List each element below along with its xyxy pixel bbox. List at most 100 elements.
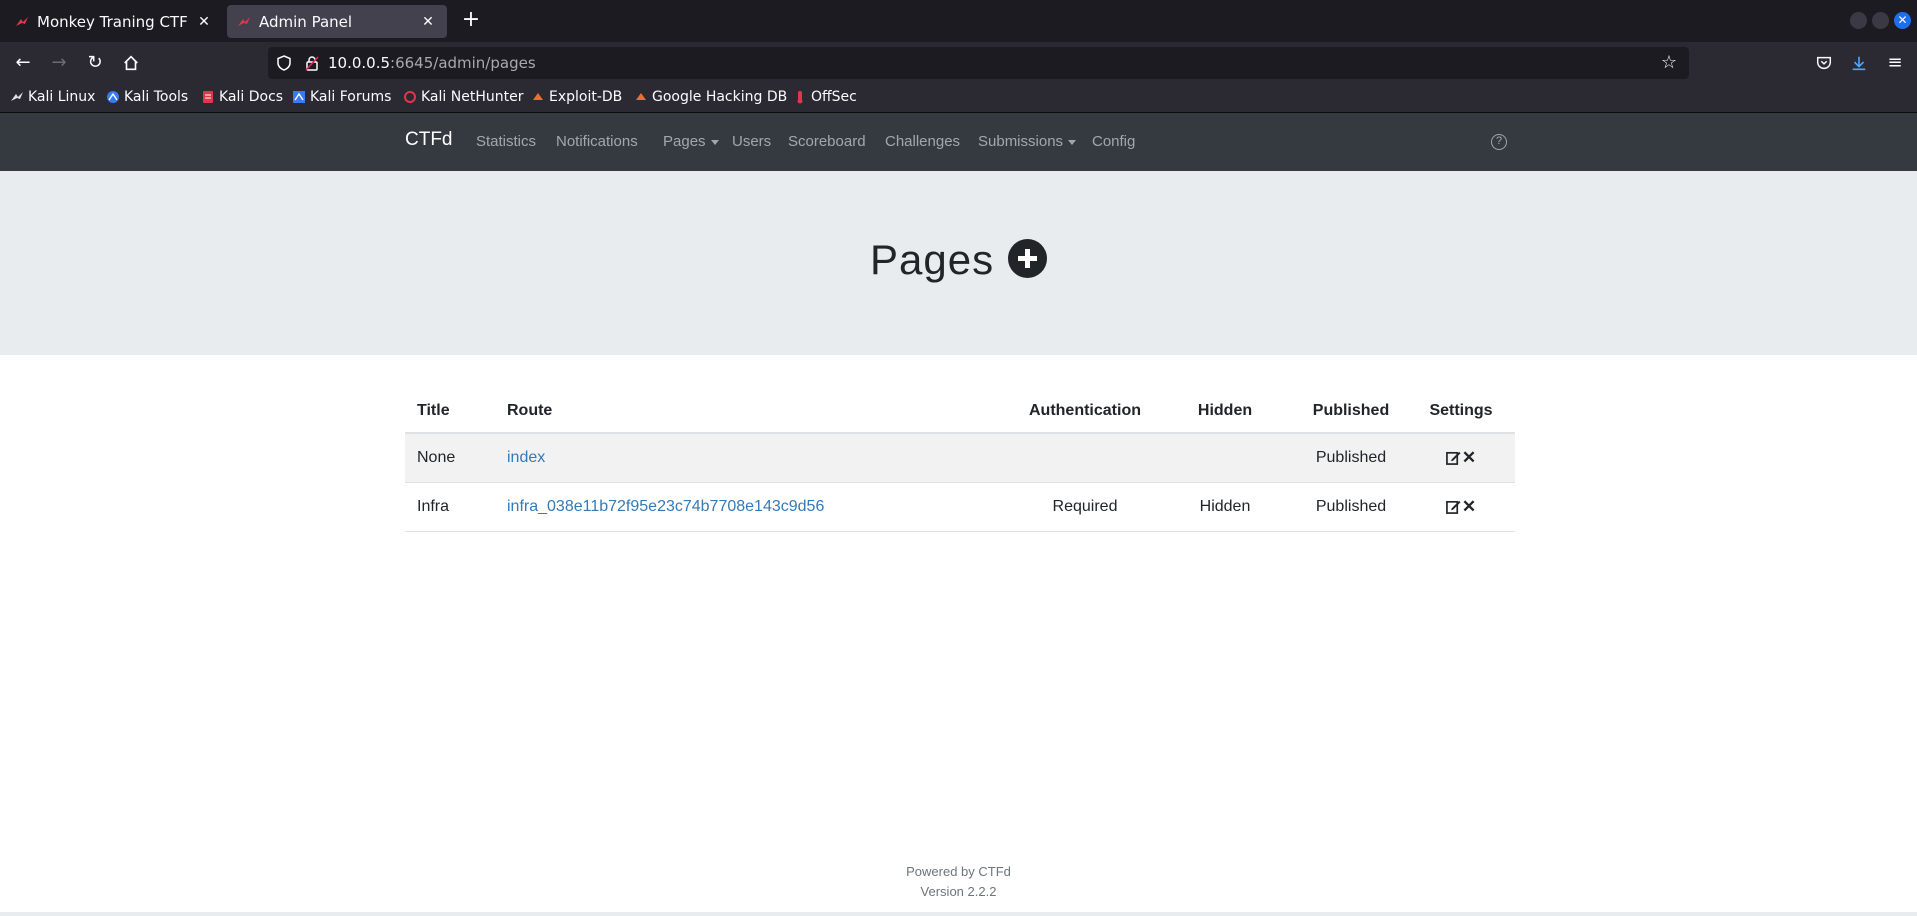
cell-authentication: Required [1015, 482, 1155, 532]
browser-toolbar: ← → ↻ 10.0.0.5:6645/admin/pages ☆ ≡ [0, 42, 1917, 84]
table-row: Infra infra_038e11b72f95e23c74b7708e143c… [405, 482, 1515, 532]
bookmark-kali-linux[interactable]: Kali Linux [10, 89, 95, 105]
kali-tools-icon [106, 90, 120, 104]
nav-statistics[interactable]: Statistics [476, 133, 536, 150]
delete-icon[interactable]: ✕ [1462, 497, 1476, 517]
cell-published: Published [1295, 482, 1407, 532]
tab-close-icon[interactable]: ✕ [419, 14, 437, 30]
bookmark-google-hacking-db[interactable]: Google Hacking DB [634, 89, 787, 105]
nav-config[interactable]: Config [1092, 133, 1135, 150]
table-row: None index Published ✕ [405, 433, 1515, 483]
nav-users[interactable]: Users [732, 133, 771, 150]
chevron-down-icon [710, 139, 719, 145]
table-header-row: Title Route Authentication Hidden Publis… [405, 390, 1515, 434]
kali-forums-icon [292, 90, 306, 104]
cell-hidden: Hidden [1155, 482, 1295, 532]
home-icon[interactable] [120, 52, 142, 74]
offsec-icon [793, 90, 807, 104]
ghdb-icon [634, 90, 648, 104]
url-host: 10.0.0.5 [328, 54, 391, 72]
add-page-plus-icon[interactable] [1008, 239, 1047, 278]
cell-route: infra_038e11b72f95e23c74b7708e143c9d56 [495, 482, 1015, 532]
kali-dragon-icon [237, 15, 251, 29]
bookmark-label: Exploit-DB [549, 89, 623, 105]
delete-icon[interactable]: ✕ [1462, 448, 1476, 468]
bookmark-kali-forums[interactable]: Kali Forums [292, 89, 391, 105]
nav-pages-dropdown[interactable]: Pages [663, 133, 719, 150]
cell-route: index [495, 433, 1015, 483]
col-title[interactable]: Title [405, 390, 495, 434]
cell-settings: ✕ [1407, 433, 1515, 483]
footer: Powered by CTFd Version 2.2.2 [0, 862, 1917, 902]
cell-published: Published [1295, 433, 1407, 483]
cell-settings: ✕ [1407, 482, 1515, 532]
bookmark-label: Kali Forums [310, 89, 392, 105]
col-authentication[interactable]: Authentication [1015, 390, 1155, 434]
nav-challenges[interactable]: Challenges [885, 133, 960, 150]
route-link[interactable]: index [507, 449, 545, 466]
menu-hamburger-icon[interactable]: ≡ [1884, 52, 1906, 74]
ctfd-brand[interactable]: CTFd [405, 129, 453, 151]
pocket-icon[interactable] [1813, 52, 1835, 74]
bookmark-exploit-db[interactable]: Exploit-DB [531, 89, 622, 105]
bookmark-label: Google Hacking DB [652, 89, 788, 105]
tab-close-icon[interactable]: ✕ [195, 14, 213, 30]
col-route[interactable]: Route [495, 390, 1015, 434]
col-published[interactable]: Published [1295, 390, 1407, 434]
nav-scoreboard[interactable]: Scoreboard [788, 133, 866, 150]
downloads-icon[interactable] [1848, 52, 1870, 74]
exploit-db-icon [531, 90, 545, 104]
help-icon[interactable]: ? [1491, 134, 1507, 150]
browser-tab-admin-panel[interactable]: Admin Panel ✕ [227, 5, 447, 38]
browser-tab-bar: Monkey Traning CTF ✕ Admin Panel ✕ + ✕ [0, 0, 1917, 42]
insecure-lock-icon[interactable] [304, 55, 320, 71]
kali-dragon-icon [10, 90, 24, 104]
shield-icon[interactable] [276, 55, 292, 71]
version-text: Version 2.2.2 [920, 884, 997, 899]
back-arrow-icon[interactable]: ← [12, 52, 34, 74]
pages-table: Title Route Authentication Hidden Publis… [405, 390, 1515, 532]
kali-dragon-icon [15, 15, 29, 29]
forward-arrow-icon[interactable]: → [48, 52, 70, 74]
cell-title: None [405, 433, 495, 483]
tab-title: Admin Panel [259, 12, 353, 31]
bookmark-kali-nethunter[interactable]: Kali NetHunter [403, 89, 523, 105]
col-hidden[interactable]: Hidden [1155, 390, 1295, 434]
maximize-window-button[interactable] [1872, 12, 1889, 29]
new-tab-button[interactable]: + [458, 8, 484, 34]
bookmark-offsec[interactable]: OffSec [793, 89, 857, 105]
bookmarks-toolbar: Kali Linux Kali Tools Kali Docs Kali For… [0, 84, 1917, 113]
bookmark-star-icon[interactable]: ☆ [1661, 52, 1677, 73]
url-bar[interactable]: 10.0.0.5:6645/admin/pages ☆ [268, 47, 1689, 79]
nethunter-icon [403, 90, 417, 104]
edit-icon[interactable] [1445, 450, 1461, 466]
bookmark-kali-docs[interactable]: Kali Docs [201, 89, 283, 105]
bookmark-label: Kali Docs [219, 89, 284, 105]
kali-docs-icon [201, 90, 215, 104]
bookmark-label: Kali Linux [28, 89, 96, 105]
minimize-window-button[interactable] [1850, 12, 1867, 29]
bookmark-label: Kali Tools [124, 89, 189, 105]
chevron-down-icon [1068, 139, 1077, 145]
bookmark-label: OffSec [811, 89, 857, 105]
col-settings: Settings [1407, 390, 1515, 434]
nav-notifications[interactable]: Notifications [556, 133, 638, 150]
url-text[interactable]: 10.0.0.5:6645/admin/pages [328, 54, 536, 72]
browser-tab-monkey-training[interactable]: Monkey Traning CTF ✕ [5, 5, 223, 38]
bookmark-label: Kali NetHunter [421, 89, 524, 105]
page-title: Pages [870, 236, 995, 283]
nav-submissions-dropdown[interactable]: Submissions [978, 133, 1077, 150]
route-link[interactable]: infra_038e11b72f95e23c74b7708e143c9d56 [507, 498, 824, 515]
nav-submissions-label: Submissions [978, 133, 1064, 150]
nav-pages-label: Pages [663, 133, 706, 150]
bookmark-kali-tools[interactable]: Kali Tools [106, 89, 188, 105]
close-window-button[interactable]: ✕ [1894, 12, 1911, 29]
reload-icon[interactable]: ↻ [84, 52, 106, 74]
cell-authentication [1015, 433, 1155, 483]
tab-title: Monkey Traning CTF [37, 12, 188, 31]
url-path: :6645/admin/pages [390, 54, 536, 72]
edit-icon[interactable] [1445, 499, 1461, 514]
ctfd-navbar: CTFd Statistics Notifications Pages User… [0, 113, 1917, 171]
powered-by-link[interactable]: Powered by CTFd [0, 862, 1917, 882]
bottom-divider [0, 912, 1917, 916]
